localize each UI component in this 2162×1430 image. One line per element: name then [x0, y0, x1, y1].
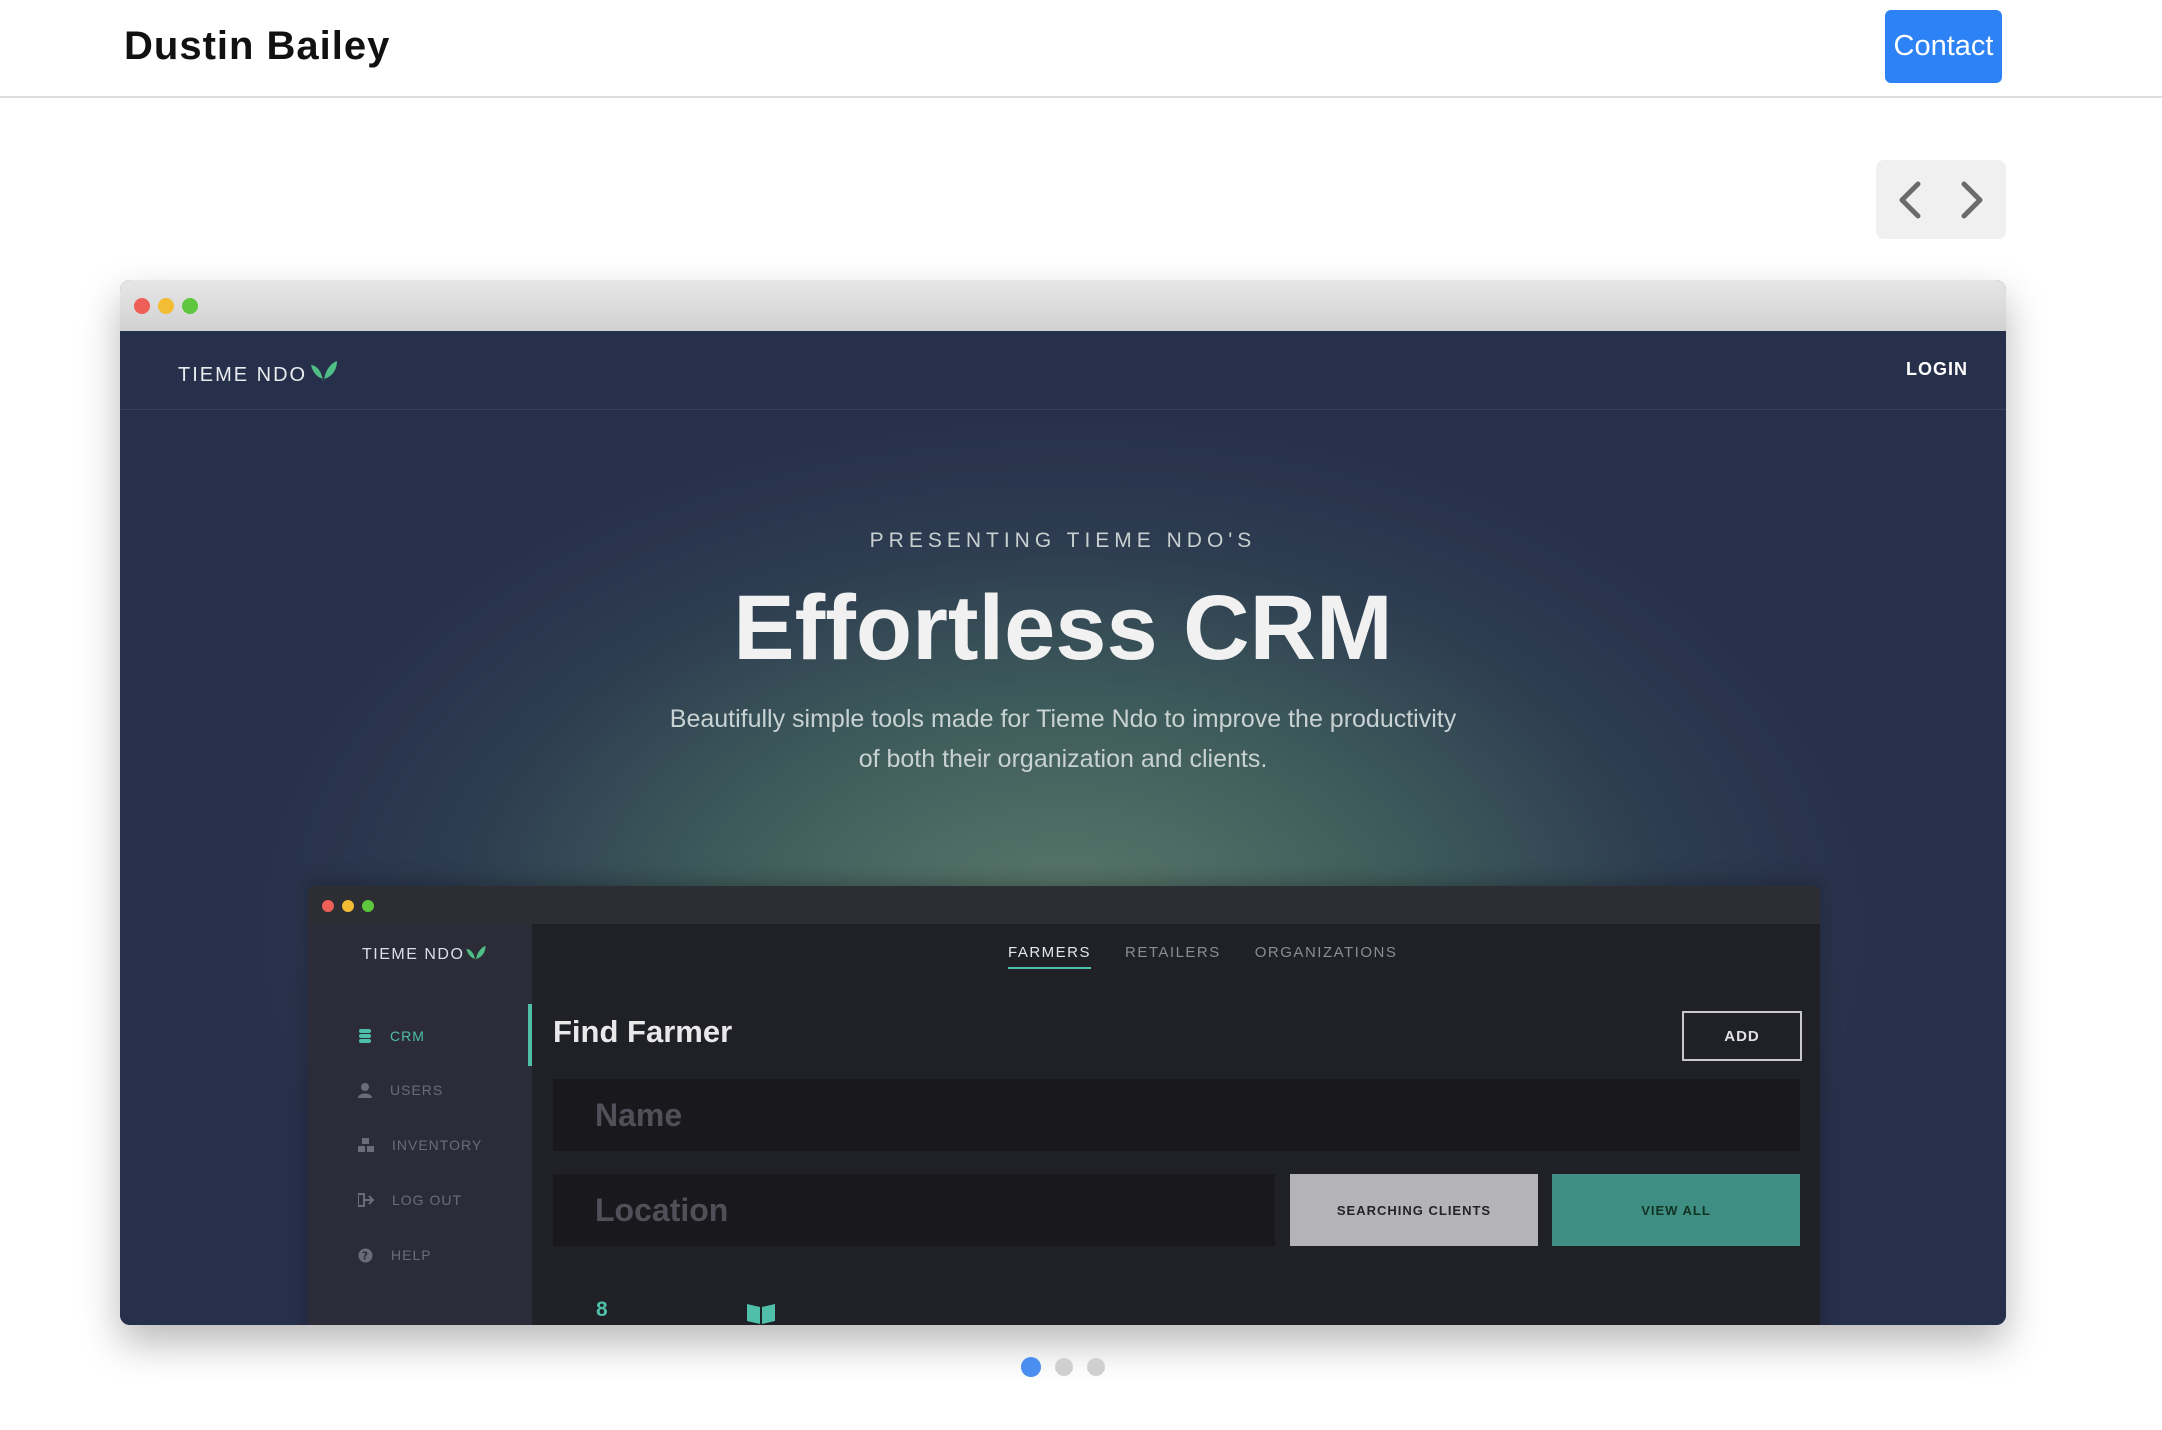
searching-clients-button: SEARCHING CLIENTS [1290, 1174, 1538, 1246]
hero-headline: Effortless CRM [733, 577, 1393, 679]
sidebar-active-indicator [528, 1004, 532, 1066]
brand-name[interactable]: Dustin Bailey [124, 24, 390, 69]
name-field: Name [553, 1079, 1800, 1151]
svg-text:?: ? [362, 1249, 369, 1262]
add-button: ADD [1682, 1011, 1802, 1061]
login-link: LOGIN [1906, 359, 1968, 379]
sidebar-item-label: LOG OUT [392, 1192, 463, 1208]
sidebar-item-label: USERS [390, 1082, 444, 1098]
inner-close-dot-icon [322, 900, 334, 912]
app-logo: TIEME NDO [362, 944, 487, 964]
carousel-controls [1876, 160, 2006, 239]
leaf-icon [311, 361, 338, 383]
sidebar-item-label: HELP [391, 1247, 432, 1263]
help-icon: ? [358, 1248, 373, 1262]
top-navbar: Dustin Bailey Contact [0, 0, 2162, 98]
app-sidebar: TIEME NDO CRM USERS INVENTORY LOG OUT ? … [308, 924, 532, 1325]
stat-number: 8 [596, 1298, 608, 1321]
sidebar-item-users: USERS [358, 1082, 443, 1098]
close-dot-icon [134, 298, 150, 314]
leaf-icon [466, 945, 486, 963]
sidebar-item-crm: CRM [358, 1028, 425, 1044]
user-icon [358, 1083, 372, 1098]
inner-minimize-dot-icon [342, 900, 354, 912]
logout-icon [358, 1193, 374, 1207]
site-navbar: TIEME NDO LOGIN [120, 331, 2006, 410]
chevron-left-icon[interactable] [1891, 175, 1929, 225]
chevron-right-icon[interactable] [1953, 175, 1991, 225]
find-farmer-title: Find Farmer [553, 1014, 733, 1049]
tab-retailers: RETAILERS [1125, 944, 1221, 961]
sidebar-item-help: ? HELP [358, 1247, 432, 1263]
hero-subtitle: Beautifully simple tools made for Tieme … [669, 705, 1457, 773]
inner-maximize-dot-icon [362, 900, 374, 912]
pagination-dot-1[interactable] [1021, 1357, 1041, 1377]
pagination-dot-2[interactable] [1055, 1358, 1073, 1376]
location-field: Location [553, 1174, 1275, 1246]
eyebrow-text: PRESENTING TIEME NDO'S [869, 529, 1257, 552]
sidebar-item-logout: LOG OUT [358, 1192, 462, 1208]
minimize-dot-icon [158, 298, 174, 314]
database-icon [359, 1029, 371, 1043]
book-icon [747, 1304, 775, 1324]
view-all-button: VIEW ALL [1552, 1174, 1800, 1246]
boxes-icon [358, 1138, 374, 1152]
sidebar-item-inventory: INVENTORY [358, 1137, 482, 1153]
project-screenshot: TIEME NDO LOGIN PRESENTING TIEME NDO'S E… [120, 331, 2006, 1325]
tieme-logo: TIEME NDO [178, 359, 339, 387]
carousel-pagination [1021, 1357, 1105, 1377]
tab-organizations: ORGANIZATIONS [1254, 944, 1398, 961]
sidebar-item-label: CRM [390, 1028, 425, 1044]
tieme-logo-text: TIEME NDO [178, 364, 308, 386]
app-tabs: FARMERS RETAILERS ORGANIZATIONS [1008, 944, 1397, 969]
browser-titlebar [120, 280, 2006, 332]
contact-button[interactable]: Contact [1885, 10, 2002, 83]
sidebar-item-label: INVENTORY [392, 1137, 483, 1153]
tab-farmers: FARMERS [1008, 944, 1092, 969]
maximize-dot-icon [182, 298, 198, 314]
app-logo-text: TIEME NDO [362, 946, 465, 963]
crm-app-mockup: TIEME NDO CRM USERS INVENTORY LOG OUT ? … [308, 886, 1820, 1325]
carousel-slide: TIEME NDO LOGIN PRESENTING TIEME NDO'S E… [120, 280, 2006, 1325]
inner-titlebar [308, 886, 1820, 924]
pagination-dot-3[interactable] [1087, 1358, 1105, 1376]
